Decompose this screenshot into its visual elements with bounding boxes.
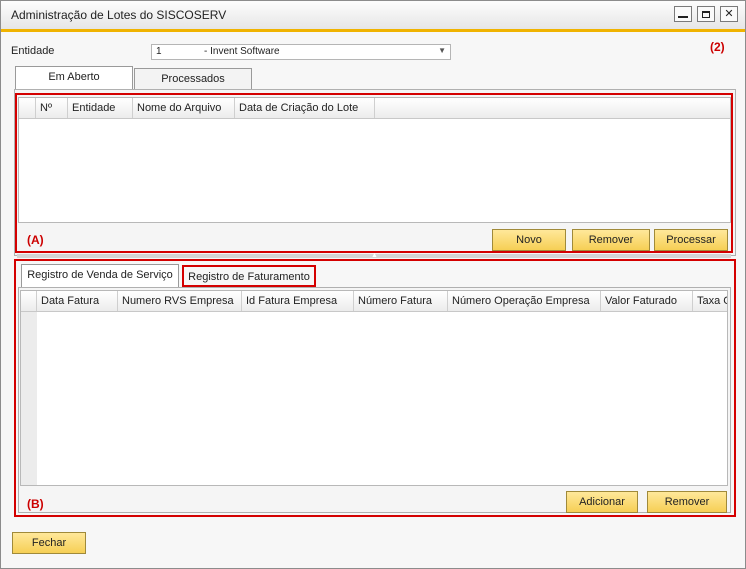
tab-processados-label: Processados [161,73,225,85]
col-numero[interactable]: Nº [36,98,68,118]
main-window: Administração de Lotes do SISCOSERV ✕ (2… [0,0,746,569]
annotation-2: (2) [710,40,725,54]
annotation-a: (A) [27,233,44,247]
remove-billing-button[interactable]: Remover [647,491,727,513]
title-bar[interactable]: Administração de Lotes do SISCOSERV ✕ [1,1,745,32]
minimize-button[interactable] [674,6,692,22]
entity-select[interactable]: 1 - Invent Software ▼ [151,44,451,60]
billing-grid[interactable]: Data Fatura Numero RVS Empresa Id Fatura… [20,290,728,486]
col-id-fatura[interactable]: Id Fatura Empresa [242,291,354,311]
close-button[interactable]: ✕ [720,6,738,22]
chevron-down-icon: ▼ [438,46,446,55]
billing-row-selector-header [21,291,37,311]
col-data-fatura[interactable]: Data Fatura [37,291,118,311]
entity-label: Entidade [11,45,55,57]
col-taxa[interactable]: Taxa C [693,291,727,311]
col-numero-operacao[interactable]: Número Operação Empresa [448,291,601,311]
close-icon: ✕ [724,7,734,20]
col-numero-fatura[interactable]: Número Fatura [354,291,448,311]
tab-em-aberto[interactable]: Em Aberto [15,66,133,90]
add-button[interactable]: Adicionar [566,491,638,513]
annotation-b: (B) [27,497,44,511]
col-entidade[interactable]: Entidade [68,98,133,118]
process-button[interactable]: Processar [654,229,728,251]
close-window-button[interactable]: Fechar [12,532,86,554]
splitter-arrow-icon: ▲ [371,252,378,259]
maximize-button[interactable] [697,6,715,22]
new-button[interactable]: Novo [492,229,566,251]
maximize-icon [702,10,710,18]
col-numero-rvs[interactable]: Numero RVS Empresa [118,291,242,311]
tab-registro-faturamento-label: Registro de Faturamento [188,271,310,283]
minimize-icon [678,16,688,18]
entity-code: 1 [156,46,162,57]
remove-lot-button[interactable]: Remover [572,229,650,251]
col-nome-arquivo[interactable]: Nome do Arquivo [133,98,235,118]
col-valor-faturado[interactable]: Valor Faturado [601,291,693,311]
tab-registro-venda[interactable]: Registro de Venda de Serviço [21,264,179,288]
lots-grid-header: Nº Entidade Nome do Arquivo Data de Cria… [19,98,730,119]
billing-grid-header: Data Fatura Numero RVS Empresa Id Fatura… [21,291,727,312]
tab-processados[interactable]: Processados [134,68,252,90]
entity-name: - Invent Software [204,46,280,57]
tab-registro-faturamento[interactable]: Registro de Faturamento [182,265,316,287]
lots-grid[interactable]: Nº Entidade Nome do Arquivo Data de Cria… [18,97,731,223]
window-title: Administração de Lotes do SISCOSERV [11,8,227,22]
row-selector-header [19,98,36,118]
col-data-criacao[interactable]: Data de Criação do Lote [235,98,375,118]
tab-registro-venda-label: Registro de Venda de Serviço [27,269,173,281]
tab-em-aberto-label: Em Aberto [48,71,100,83]
billing-row-selector [21,312,37,485]
